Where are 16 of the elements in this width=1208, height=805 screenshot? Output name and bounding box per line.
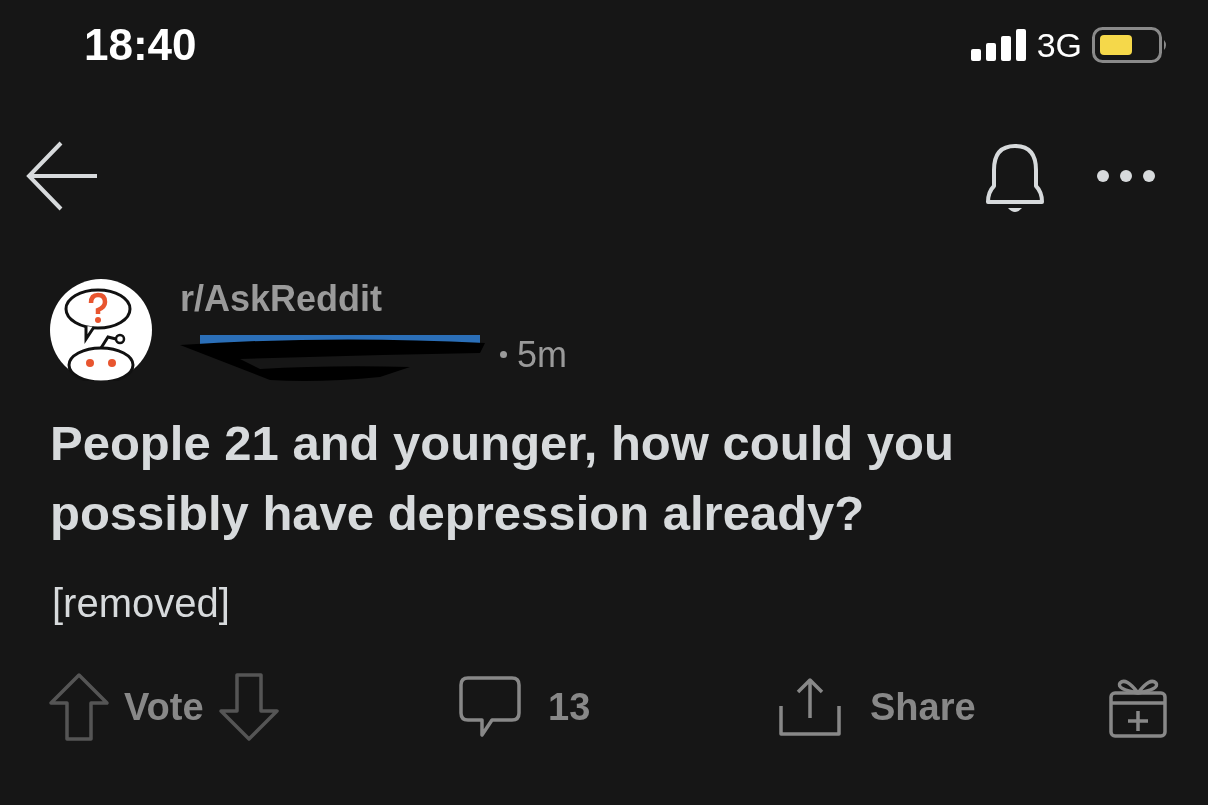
battery-icon — [1092, 27, 1168, 63]
vote-label: Vote — [124, 684, 204, 730]
signal-icon — [970, 29, 1027, 61]
comment-icon — [458, 675, 522, 739]
downvote-button[interactable] — [217, 672, 280, 742]
share-icon — [778, 676, 842, 738]
network-label: 3G — [1036, 28, 1082, 62]
status-time: 18:40 — [84, 23, 197, 67]
subreddit-avatar-icon — [50, 279, 152, 381]
post-title: People 21 and younger, how could you possibly have depression already? — [49, 415, 955, 542]
post-age: 5m — [517, 333, 567, 377]
comments-button[interactable]: 13 — [458, 675, 778, 739]
share-button[interactable]: Share — [778, 676, 1108, 738]
post-body: [removed] — [51, 580, 231, 627]
subreddit-name[interactable]: r/AskReddit — [180, 275, 567, 321]
upvote-button[interactable] — [48, 672, 110, 742]
